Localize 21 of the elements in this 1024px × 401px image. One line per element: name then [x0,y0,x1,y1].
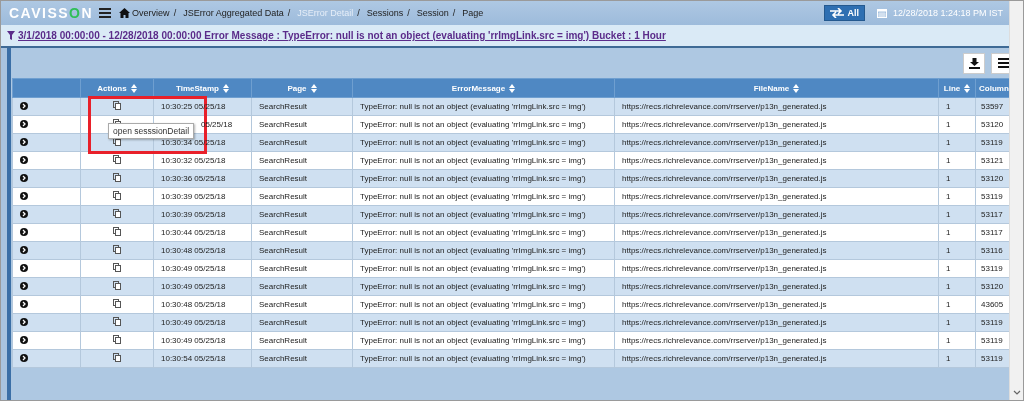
filter-link[interactable]: 3/1/2018 00:00:00 - 12/28/2018 00:00:00 Error Message : TypeError: null is not an object (evaluating 'rrImgLink.src = img') Bucket : 1 Hour [18,30,666,41]
column-header[interactable]: Column [975,78,1009,98]
date-time: 12/28/2018 1:24:18 PM IST [892,8,1003,18]
all-button[interactable]: All [824,5,865,21]
column-header[interactable]: Line [938,78,976,98]
breadcrumb-link[interactable]: Overview [119,8,170,18]
breadcrumb-separator: / [357,8,360,18]
column-header[interactable]: ErrorMessage [352,78,615,98]
breadcrumb-separator: / [173,8,177,18]
breadcrumb-separator: / [287,8,291,18]
logo: CAVISSON [9,5,94,21]
breadcrumb-separator: / [452,8,456,18]
breadcrumb-link[interactable]: Page [462,8,484,18]
column-header[interactable]: Page [251,78,353,98]
breadcrumb-link[interactable]: Sessions [366,8,404,18]
tooltip: open sesssionDetail [108,123,195,139]
breadcrumb-link[interactable]: Session [416,8,449,18]
column-header[interactable]: FileName [614,78,939,98]
column-header[interactable]: TimeStamp [153,78,252,98]
breadcrumb-link[interactable]: JSError Aggregated Data [183,8,284,18]
breadcrumb-separator: / [407,8,410,18]
